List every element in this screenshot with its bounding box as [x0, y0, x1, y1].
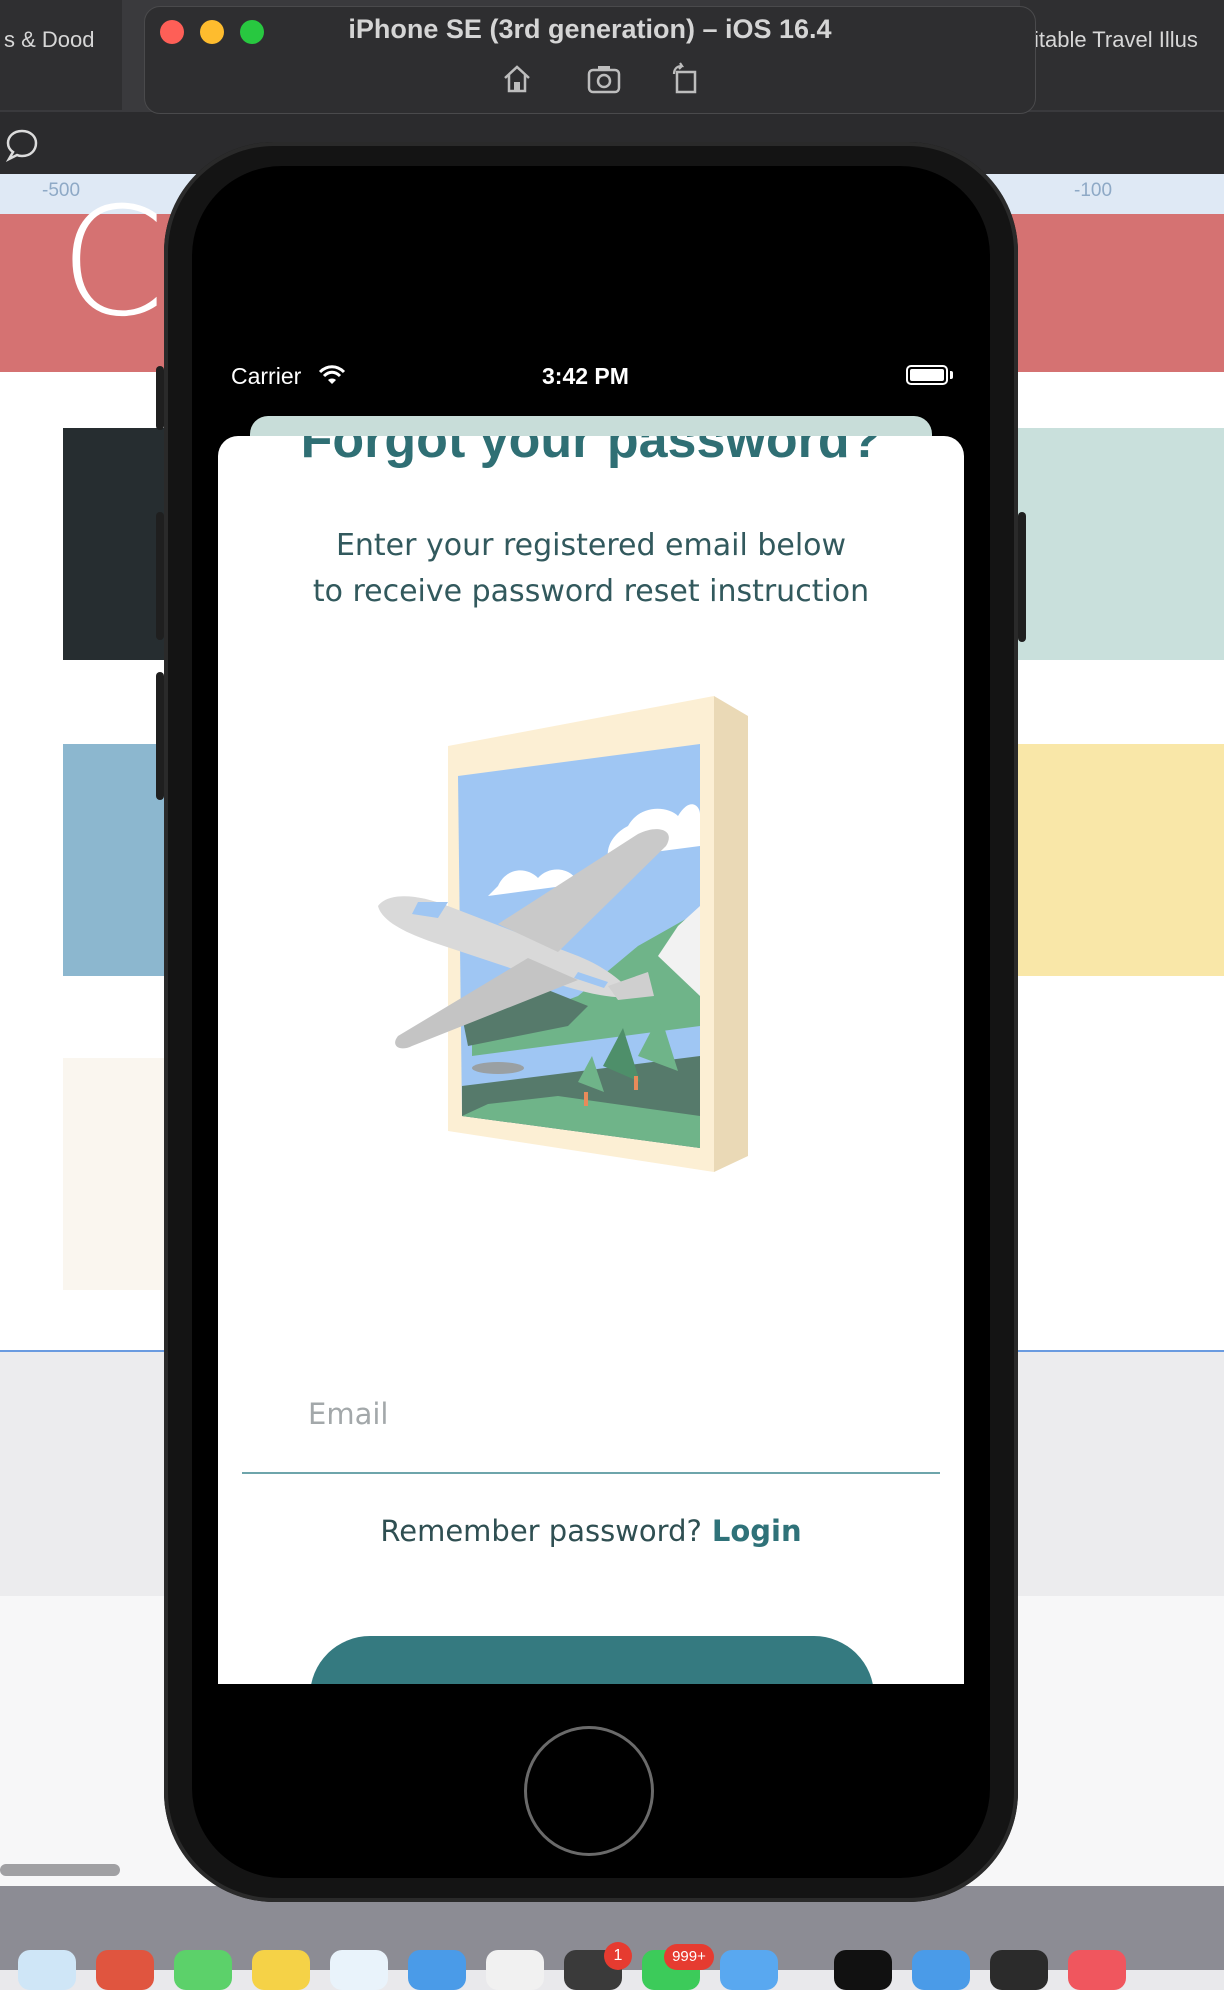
power-button — [1018, 512, 1026, 642]
wifi-icon — [318, 365, 346, 384]
screenshot-icon[interactable] — [586, 62, 622, 96]
horizontal-scrollbar[interactable] — [0, 1864, 120, 1876]
email-field[interactable] — [306, 1396, 870, 1432]
finder-icon[interactable] — [330, 1950, 388, 1990]
comment-icon[interactable] — [4, 128, 40, 162]
page-title: Forgot your password? — [300, 436, 882, 469]
messages-icon[interactable] — [174, 1950, 232, 1990]
rotate-icon[interactable] — [668, 62, 702, 96]
status-time: 3:42 PM — [542, 363, 629, 389]
simulator-icon[interactable] — [912, 1950, 970, 1990]
forgot-password-sheet: Forgot your password? Enter your registe… — [218, 436, 964, 1684]
volume-up-button — [156, 512, 164, 640]
home-icon[interactable] — [500, 62, 534, 96]
swatch-mint — [1010, 428, 1224, 660]
appstore-icon[interactable] — [408, 1950, 466, 1990]
subtitle-line-2: to receive password reset instruction — [312, 574, 870, 609]
xcode-icon[interactable] — [720, 1950, 778, 1990]
figma-icon[interactable] — [990, 1950, 1048, 1990]
mute-switch — [156, 366, 164, 430]
carrier-label: Carrier — [231, 363, 302, 389]
tab-right[interactable]: itable Travel Illus — [1020, 0, 1224, 110]
tab-left[interactable]: s & Dood — [0, 0, 122, 110]
swatch-cream — [63, 1058, 173, 1290]
login-link[interactable]: Login — [712, 1514, 802, 1548]
home-button[interactable] — [524, 1726, 654, 1856]
volume-down-button — [156, 672, 164, 800]
remember-password-row: Remember password? Login — [218, 1514, 964, 1548]
battery-icon — [906, 365, 948, 385]
email-underline — [242, 1472, 940, 1474]
battery-tip — [950, 371, 953, 379]
canvas-letter: C — [60, 176, 165, 350]
ruler-tick-right: -100 — [1074, 180, 1113, 201]
airplane-window-illustration — [378, 696, 748, 1172]
music-icon[interactable] — [1068, 1950, 1126, 1990]
photos-icon[interactable] — [486, 1950, 544, 1990]
reset-password-button[interactable] — [310, 1636, 874, 1684]
notes-icon[interactable] — [252, 1950, 310, 1990]
terminal-icon[interactable] — [834, 1950, 892, 1990]
safari-icon[interactable] — [18, 1950, 76, 1990]
dock-badge-count: 999+ — [664, 1944, 714, 1970]
chrome-icon[interactable] — [96, 1950, 154, 1990]
swatch-yellow — [1010, 744, 1224, 976]
simulator-title: iPhone SE (3rd generation) – iOS 16.4 — [348, 14, 832, 44]
dock-badge: 1 — [604, 1942, 632, 1970]
remember-password-text: Remember password? — [380, 1514, 702, 1548]
subtitle-line-1: Enter your registered email below — [335, 528, 847, 563]
